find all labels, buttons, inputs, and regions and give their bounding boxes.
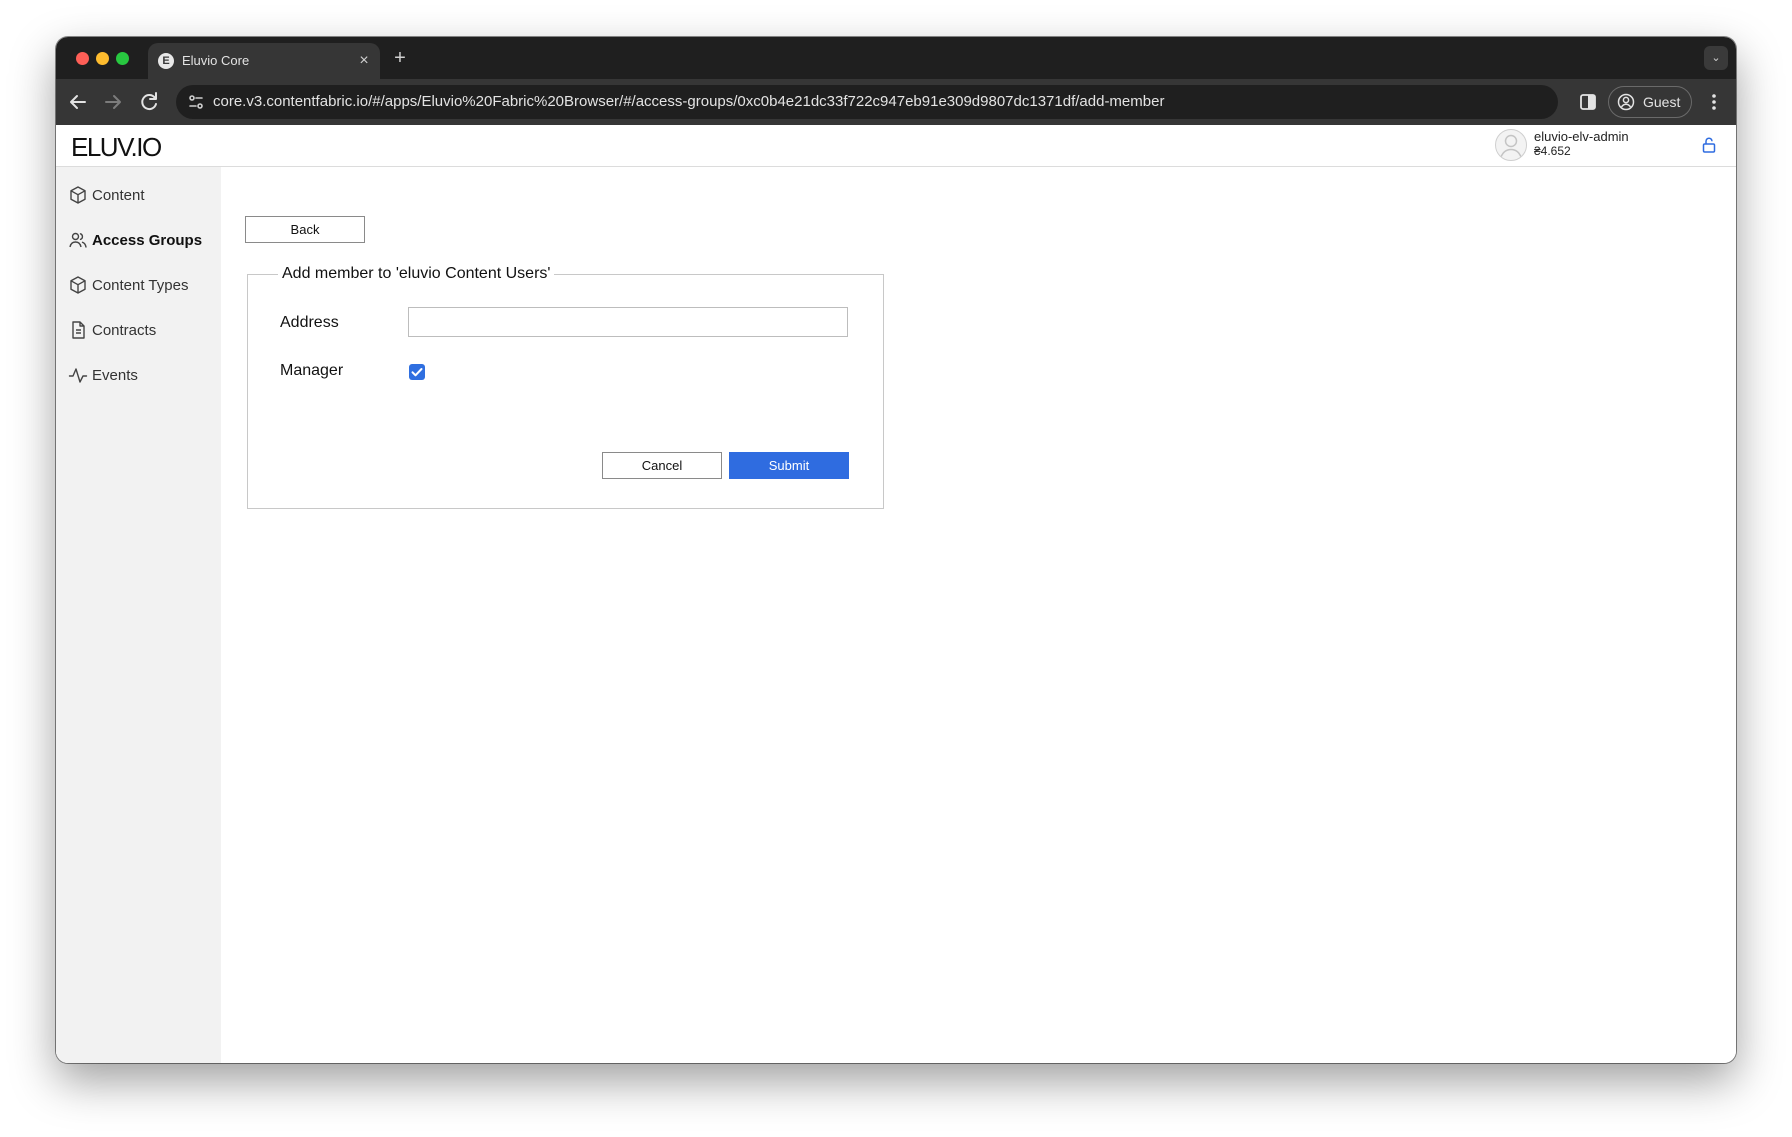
account-balance: ₴4.652 xyxy=(1534,144,1571,158)
unlock-icon[interactable] xyxy=(1700,136,1718,154)
side-panel-icon[interactable] xyxy=(1578,92,1598,112)
tune-icon[interactable] xyxy=(186,92,206,112)
profile-label: Guest xyxy=(1643,94,1681,110)
sidebar-item-content[interactable]: Content xyxy=(66,181,216,209)
screen: E Eluvio Core × + ⌄ core.v3.contentfabri xyxy=(0,0,1792,1137)
tab-strip: E Eluvio Core × + ⌄ xyxy=(56,37,1736,79)
app-viewport: ELUV.IO eluvio-elv-admin ₴4.652 Content xyxy=(56,125,1736,1063)
sidebar-item-label: Content xyxy=(92,187,145,204)
address-label: Address xyxy=(280,314,339,331)
url-text[interactable]: core.v3.contentfabric.io/#/apps/Eluvio%2… xyxy=(213,93,1164,111)
avatar[interactable] xyxy=(1495,129,1527,161)
back-button[interactable]: Back xyxy=(245,216,365,243)
box-icon xyxy=(68,185,88,205)
kebab-menu-icon[interactable] xyxy=(1704,90,1724,114)
reload-icon[interactable] xyxy=(137,90,161,114)
account-name: eluvio-elv-admin xyxy=(1534,129,1629,144)
sidebar: Content Access Groups Content Types Cont… xyxy=(56,167,221,1063)
tab-title: Eluvio Core xyxy=(182,53,250,68)
manager-checkbox[interactable] xyxy=(409,364,425,380)
app-header: ELUV.IO eluvio-elv-admin ₴4.652 xyxy=(56,125,1736,167)
sidebar-item-content-types[interactable]: Content Types xyxy=(66,271,216,299)
favicon-icon: E xyxy=(158,53,174,69)
address-bar[interactable]: core.v3.contentfabric.io/#/apps/Eluvio%2… xyxy=(176,85,1558,119)
browser-window: E Eluvio Core × + ⌄ core.v3.contentfabri xyxy=(56,37,1736,1063)
new-tab-icon[interactable]: + xyxy=(388,46,412,70)
close-window-button[interactable] xyxy=(76,52,89,65)
submit-button[interactable]: Submit xyxy=(729,452,849,479)
zoom-window-button[interactable] xyxy=(116,52,129,65)
minimize-window-button[interactable] xyxy=(96,52,109,65)
close-tab-icon[interactable]: × xyxy=(354,51,374,71)
browser-toolbar: core.v3.contentfabric.io/#/apps/Eluvio%2… xyxy=(56,79,1736,125)
box-icon xyxy=(68,275,88,295)
profile-icon xyxy=(1617,93,1635,111)
users-icon xyxy=(68,230,88,250)
sidebar-item-events[interactable]: Events xyxy=(66,361,216,389)
cancel-button[interactable]: Cancel xyxy=(602,452,722,479)
browser-tab[interactable]: E Eluvio Core × xyxy=(148,43,380,79)
sidebar-item-label: Contracts xyxy=(92,322,157,339)
forward-arrow-icon[interactable] xyxy=(101,90,125,114)
tab-search-icon[interactable]: ⌄ xyxy=(1704,46,1728,70)
manager-label: Manager xyxy=(280,362,344,379)
sidebar-item-label: Content Types xyxy=(92,277,189,294)
activity-icon xyxy=(68,365,88,385)
eluvio-logo[interactable]: ELUV.IO xyxy=(71,132,162,162)
add-member-form: Add member to 'eluvio Content Users' Add… xyxy=(247,264,884,509)
back-arrow-icon[interactable] xyxy=(66,90,90,114)
document-icon xyxy=(68,320,88,340)
sidebar-item-label: Access Groups xyxy=(92,232,203,249)
main-content: Back Add member to 'eluvio Content Users… xyxy=(221,167,1736,1063)
sidebar-item-contracts[interactable]: Contracts xyxy=(66,316,216,344)
profile-button[interactable]: Guest xyxy=(1608,86,1692,118)
sidebar-item-label: Events xyxy=(92,367,138,384)
address-input[interactable] xyxy=(408,307,848,337)
sidebar-item-access-groups[interactable]: Access Groups xyxy=(66,226,216,254)
form-legend: Add member to 'eluvio Content Users' xyxy=(278,264,555,284)
